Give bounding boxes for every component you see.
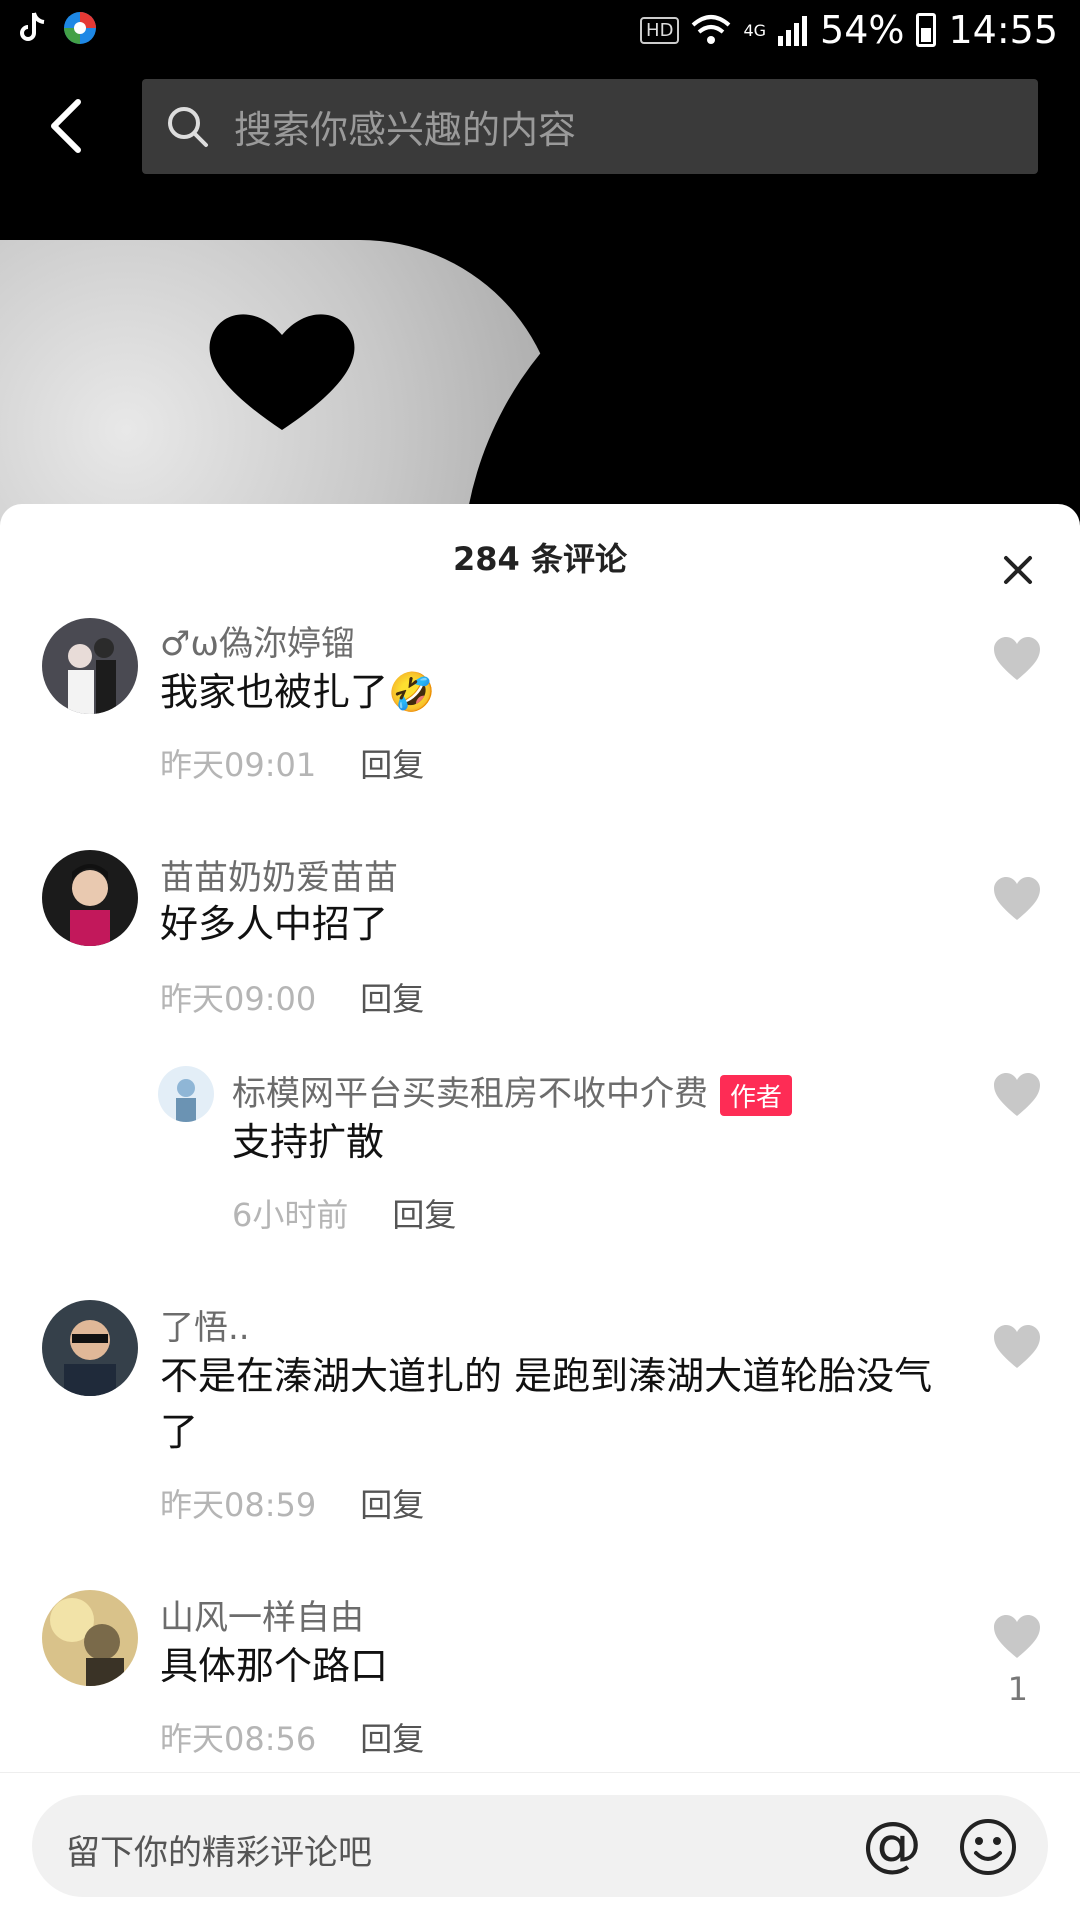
battery-icon: [916, 13, 937, 47]
battery-percent: 54%: [820, 8, 905, 52]
network-type: 4G: [743, 20, 767, 40]
reply-button[interactable]: 回复: [360, 1486, 424, 1524]
heart-icon[interactable]: [992, 636, 1042, 682]
tiktok-icon: [20, 12, 45, 41]
top-bar: 搜索你感兴趣的内容: [0, 64, 1080, 234]
author-badge: 作者: [720, 1075, 793, 1116]
at-mention-icon[interactable]: @: [862, 1809, 922, 1879]
username[interactable]: 苗苗奶奶爱苗苗: [160, 850, 398, 899]
comments-panel: 284 条评论 ♂ω偽沵婷镏 我家也被扎了🤣 昨天09:01 回复 苗苗奶奶爱苗…: [0, 504, 1080, 1920]
username[interactable]: 了悟..: [160, 1300, 250, 1349]
username[interactable]: 标模网平台买卖租房不收中介费 作者: [232, 1066, 793, 1116]
comment-time: 昨天08:56: [160, 1720, 317, 1758]
emoji-icon[interactable]: [958, 1817, 1018, 1877]
comment-time: 6小时前: [232, 1196, 349, 1234]
avatar[interactable]: [158, 1066, 214, 1122]
avatar[interactable]: [42, 850, 138, 946]
comment-time: 昨天09:00: [160, 980, 317, 1018]
heart-hole-image: [209, 314, 355, 430]
comment-text: 不是在溱湖大道扎的 是跑到溱湖大道轮胎没气了: [160, 1354, 933, 1454]
comment-time: 昨天09:01: [160, 746, 317, 784]
avatar[interactable]: [42, 618, 138, 714]
back-arrow-icon[interactable]: [44, 96, 90, 156]
hd-badge: HD: [640, 16, 680, 44]
reply-button[interactable]: 回复: [360, 1720, 424, 1758]
comment-meta: 昨天08:59 回复: [160, 1480, 424, 1526]
comments-count-title: 284 条评论: [453, 540, 627, 578]
wifi-icon: [692, 15, 731, 44]
search-icon: [168, 106, 208, 147]
comment-meta: 6小时前 回复: [232, 1190, 456, 1236]
video-preview[interactable]: [0, 234, 1080, 534]
comment-input[interactable]: 留下你的精彩评论吧 @: [32, 1795, 1048, 1897]
laughing-emoji-icon: 🤣: [388, 670, 436, 714]
status-bar: HD 4G 54% 14:55: [0, 0, 1080, 64]
reply-button[interactable]: 回复: [360, 746, 424, 784]
username[interactable]: ♂ω偽沵婷镏: [160, 616, 355, 665]
comment-meta: 昨天09:00 回复: [160, 974, 424, 1020]
comment-text: 好多人中招了: [160, 902, 389, 946]
comment-text: 我家也被扎了🤣: [160, 670, 436, 714]
reply-button[interactable]: 回复: [360, 980, 424, 1018]
heart-icon[interactable]: [992, 1324, 1042, 1370]
comment-meta: 昨天09:01 回复: [160, 740, 424, 786]
comment-input-bar: 留下你的精彩评论吧 @: [0, 1772, 1080, 1920]
browser-app-icon: [64, 12, 96, 44]
heart-icon[interactable]: [992, 1614, 1042, 1660]
search-placeholder: 搜索你感兴趣的内容: [234, 108, 577, 152]
search-input[interactable]: 搜索你感兴趣的内容: [142, 79, 1038, 174]
close-icon[interactable]: [998, 550, 1038, 590]
comment-text: 支持扩散: [232, 1120, 385, 1164]
comment-time: 昨天08:59: [160, 1486, 317, 1524]
avatar[interactable]: [42, 1300, 138, 1396]
comment-input-placeholder: 留下你的精彩评论吧: [66, 1833, 372, 1873]
heart-icon[interactable]: [992, 1072, 1042, 1118]
comment-meta: 昨天08:56 回复: [160, 1714, 424, 1760]
signal-icon: [778, 16, 808, 46]
reply-button[interactable]: 回复: [392, 1196, 456, 1234]
heart-icon[interactable]: [992, 876, 1042, 922]
like-count: 1: [1007, 1670, 1028, 1708]
clock: 14:55: [948, 8, 1058, 52]
avatar[interactable]: [42, 1590, 138, 1686]
comment-text: 具体那个路口: [160, 1644, 389, 1688]
username[interactable]: 山风一样自由: [160, 1590, 364, 1639]
